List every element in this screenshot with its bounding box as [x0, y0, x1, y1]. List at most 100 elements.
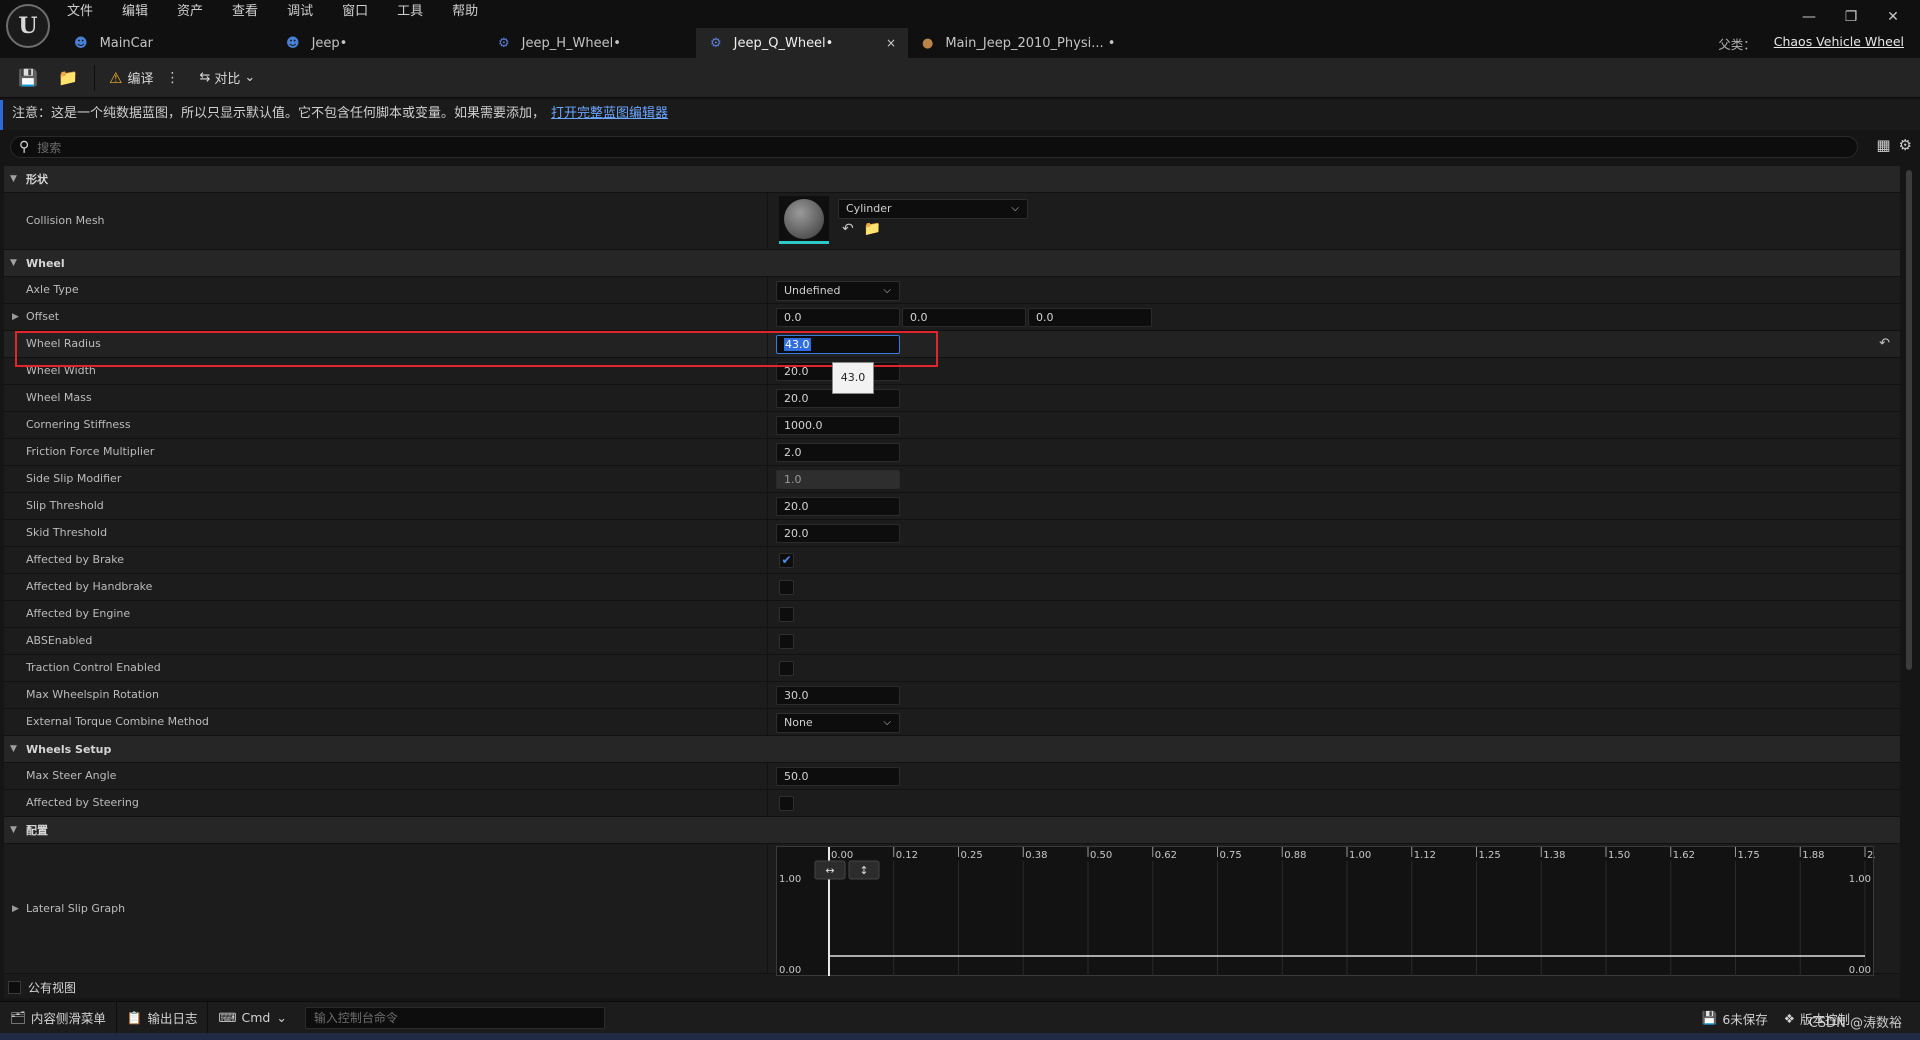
search-placeholder: 搜索: [37, 140, 62, 155]
column-divider: [767, 439, 768, 465]
column-divider: [767, 547, 768, 573]
row-collision-mesh: Collision Mesh Cylinder ⌵ ↶ 📁: [4, 193, 1900, 250]
use-selected-icon[interactable]: ↶: [842, 221, 854, 237]
chevron-down-icon: ⌄: [244, 70, 256, 85]
diff-button[interactable]: ⇆ 对比 ⌄: [199, 68, 259, 87]
lateral-slip-graph[interactable]: 0.00 0.12 0.25 0.38 0.50 0.62 0.75 0.88 1.00 1.12…: [776, 846, 1875, 977]
menu-help[interactable]: 帮助: [452, 2, 478, 22]
reset-to-default-icon[interactable]: ↶: [1879, 331, 1890, 357]
fit-vertical-icon: ↕: [859, 864, 868, 877]
tab-close-icon[interactable]: ×: [886, 36, 896, 50]
fit-horizontal-icon: ↔: [825, 864, 834, 877]
details-scrollbar[interactable]: [1906, 170, 1912, 670]
column-divider: [767, 412, 768, 438]
property-label: ABSEnabled: [26, 634, 93, 647]
parent-class-link[interactable]: Chaos Vehicle Wheel: [1774, 34, 1904, 53]
unsaved-label: 6未保存: [1722, 1011, 1768, 1027]
affected-by-brake-checkbox[interactable]: ✔: [779, 553, 794, 568]
browse-icon[interactable]: 📁: [56, 68, 80, 87]
console-input[interactable]: 输入控制台命令: [304, 1006, 605, 1029]
output-log-button[interactable]: 📋 输出日志: [127, 1001, 209, 1034]
unreal-logo[interactable]: U: [6, 4, 50, 48]
compile-button[interactable]: ⚠ 编译: [109, 68, 153, 88]
x-tick-label: 0.38: [1025, 850, 1047, 861]
notice-text: 注意：这是一个纯数据蓝图，所以只显示默认值。它不包含任何脚本或变量。如果需要添加…: [12, 106, 546, 121]
y-tick-label: 1.00: [779, 874, 801, 885]
tab-jeep-q-wheel[interactable]: ⚙ Jeep_Q_Wheel• ×: [696, 28, 908, 58]
category-wheel[interactable]: ▼ Wheel: [4, 250, 1900, 277]
offset-z-field[interactable]: 0.0: [1028, 308, 1152, 327]
cmd-label: Cmd: [241, 1010, 271, 1025]
row-external-torque-combine-method: External Torque Combine Method None ⌵: [4, 709, 1900, 736]
offset-x-field[interactable]: 0.0: [776, 308, 900, 327]
menu-view[interactable]: 查看: [232, 2, 258, 22]
terminal-icon: ⌨: [218, 1010, 237, 1025]
row-cornering-stiffness: Cornering Stiffness 1000.0: [4, 412, 1900, 439]
mesh-thumbnail[interactable]: [779, 196, 829, 244]
collision-mesh-dropdown[interactable]: Cylinder ⌵: [838, 199, 1028, 219]
skid-threshold-field[interactable]: 20.0: [776, 524, 900, 543]
compile-options-icon[interactable]: ⋮: [165, 70, 179, 86]
status-bar: 🗂 内容侧滑菜单 📋 输出日志 ⌨ Cmd ⌄ 输入控制台命令 💾 6未保存 ❖…: [0, 1001, 1920, 1034]
max-steer-angle-field[interactable]: 50.0: [776, 767, 900, 786]
table-view-icon[interactable]: ▦: [1876, 136, 1890, 154]
graph-canvas: 0.00 0.12 0.25 0.38 0.50 0.62 0.75 0.88 1.00 1.12…: [779, 847, 1875, 977]
restore-button[interactable]: ❐: [1830, 6, 1872, 28]
expand-arrow-icon[interactable]: ▶: [12, 304, 19, 330]
traction-control-checkbox[interactable]: [779, 661, 794, 676]
browse-asset-icon[interactable]: 📁: [864, 221, 881, 237]
property-label: Cornering Stiffness: [26, 418, 131, 431]
highlight-annotation: [15, 331, 938, 367]
category-title: 形状: [26, 173, 48, 186]
slip-threshold-field[interactable]: 20.0: [776, 497, 900, 516]
save-icon[interactable]: 💾: [16, 68, 40, 87]
friction-force-multiplier-field[interactable]: 2.0: [776, 443, 900, 462]
toolbar-divider: [94, 64, 95, 91]
tab-jeep-h-wheel[interactable]: ⚙ Jeep_H_Wheel•: [484, 28, 696, 58]
menu-debug[interactable]: 调试: [287, 2, 313, 22]
cmd-dropdown[interactable]: ⌨ Cmd ⌄: [218, 1002, 296, 1034]
category-title: 配置: [26, 824, 48, 837]
minimize-button[interactable]: —: [1788, 6, 1830, 28]
tab-label: MainCar: [99, 35, 153, 51]
value-tooltip: 43.0: [832, 362, 874, 394]
close-window-button[interactable]: ✕: [1872, 6, 1914, 28]
gear-icon[interactable]: ⚙: [1899, 136, 1912, 154]
content-drawer-button[interactable]: 🗂 内容侧滑菜单: [10, 1001, 117, 1034]
expand-arrow-icon[interactable]: ▶: [12, 844, 19, 974]
unsaved-button[interactable]: 💾 6未保存: [1702, 1009, 1768, 1028]
dropdown-value: Undefined: [784, 284, 841, 297]
category-config[interactable]: ▼ 配置: [4, 817, 1900, 844]
offset-y-field[interactable]: 0.0: [902, 308, 1026, 327]
search-input[interactable]: ⚲ 搜索: [10, 136, 1858, 158]
abs-enabled-checkbox[interactable]: [779, 634, 794, 649]
tab-main-jeep-physics[interactable]: ● Main_Jeep_2010_Physi... •: [908, 28, 1120, 58]
compile-warning-icon: ⚠: [109, 68, 123, 87]
open-full-editor-link[interactable]: 打开完整蓝图编辑器: [551, 106, 668, 121]
category-wheels-setup[interactable]: ▼ Wheels Setup: [4, 736, 1900, 763]
tab-maincar[interactable]: ☻ MainCar: [60, 28, 272, 58]
menu-edit[interactable]: 编辑: [122, 2, 148, 22]
max-wheelspin-rotation-field[interactable]: 30.0: [776, 686, 900, 705]
affected-by-handbrake-checkbox[interactable]: [779, 580, 794, 595]
source-control-icon: ❖: [1783, 1010, 1795, 1026]
cornering-stiffness-field[interactable]: 1000.0: [776, 416, 900, 435]
x-tick-label: 0.50: [1090, 850, 1112, 861]
category-shape[interactable]: ▼ 形状: [4, 166, 1900, 193]
menu-file[interactable]: 文件: [67, 2, 93, 22]
menu-window[interactable]: 窗口: [342, 2, 368, 22]
menu-tools[interactable]: 工具: [397, 2, 423, 22]
menu-bar: 文件 编辑 资产 查看 调试 窗口 工具 帮助: [67, 2, 507, 22]
row-abs-enabled: ABSEnabled: [4, 628, 1900, 655]
row-side-slip-modifier: Side Slip Modifier 1.0: [4, 466, 1900, 493]
external-torque-dropdown[interactable]: None ⌵: [776, 713, 900, 733]
axle-type-dropdown[interactable]: Undefined ⌵: [776, 281, 900, 301]
affected-by-steering-checkbox[interactable]: [779, 796, 794, 811]
menu-asset[interactable]: 资产: [177, 2, 203, 22]
public-view-checkbox[interactable]: [8, 980, 21, 994]
affected-by-engine-checkbox[interactable]: [779, 607, 794, 622]
row-affected-by-handbrake: Affected by Handbrake: [4, 574, 1900, 601]
x-tick-label: 0.75: [1220, 850, 1242, 861]
tab-jeep[interactable]: ☻ Jeep•: [272, 28, 484, 58]
public-view: 公有视图: [4, 976, 1900, 998]
